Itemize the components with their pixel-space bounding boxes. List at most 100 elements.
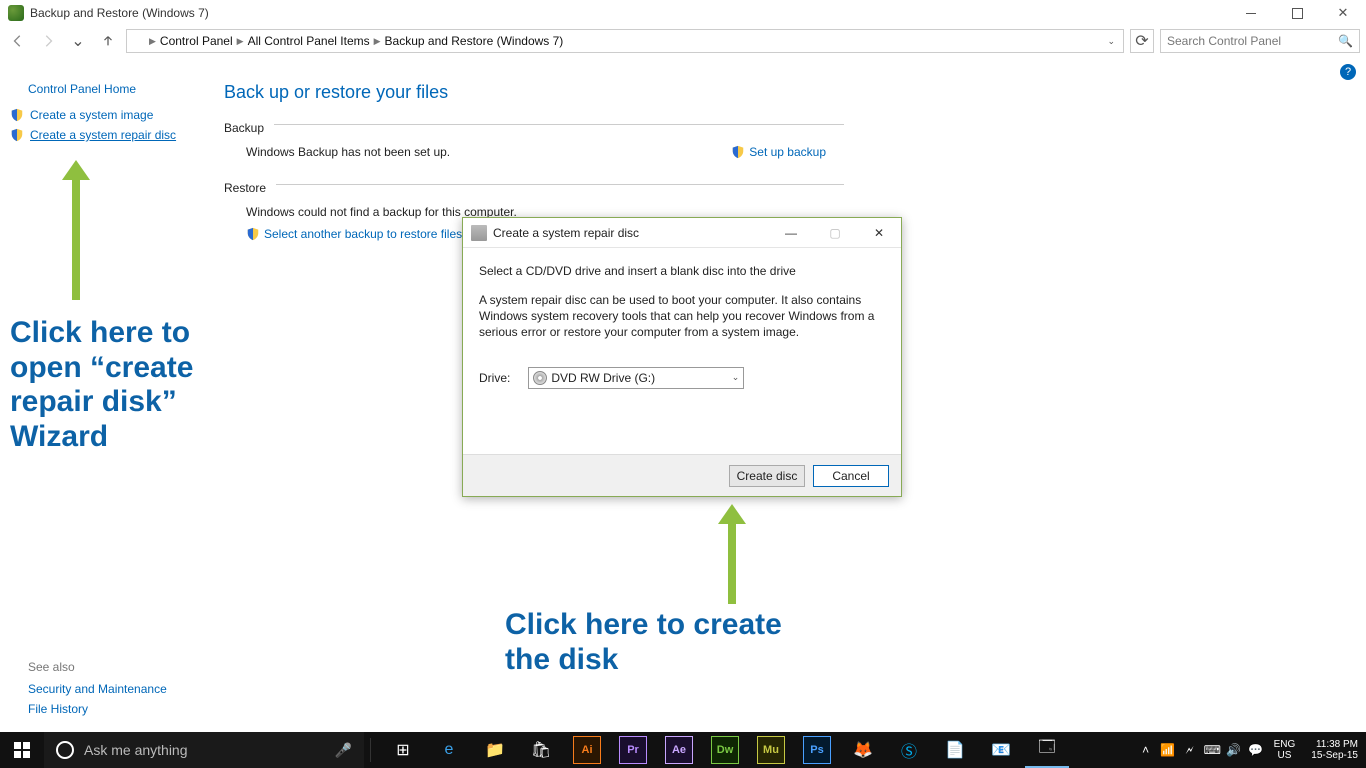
setup-backup-label: Set up backup [749, 145, 826, 159]
adobe-mu-icon[interactable]: Mu [749, 732, 793, 768]
select-another-backup-link[interactable]: Select another backup to restore files f… [246, 227, 489, 241]
refresh-button[interactable]: ⟳ [1130, 29, 1154, 53]
page-heading: Back up or restore your files [224, 82, 844, 103]
annotation-text-1: Click here to open “create repair disk” … [10, 316, 230, 454]
keyboard-icon[interactable]: ⌨ [1204, 743, 1220, 757]
tray-overflow-icon[interactable]: ˄ [1138, 743, 1154, 757]
sidebar-create-repair-disc[interactable]: Create a system repair disc [10, 128, 210, 142]
help-icon[interactable]: ? [1340, 64, 1356, 80]
dialog-close-button[interactable]: ✕ [857, 218, 901, 248]
create-disc-button[interactable]: Create disc [729, 465, 805, 487]
store-icon[interactable]: 🛍 [519, 732, 563, 768]
cortana-icon [56, 741, 74, 759]
location-icon [131, 34, 145, 48]
sidebar-item-label: Create a system image [30, 108, 153, 122]
restore-section-label: Restore [224, 181, 266, 195]
task-view-icon[interactable]: ⊞ [381, 732, 425, 768]
adobe-ps-icon[interactable]: Ps [795, 732, 839, 768]
dialog-instruction: Select a CD/DVD drive and insert a blank… [479, 264, 885, 278]
outlook-icon[interactable]: 📧 [979, 732, 1023, 768]
setup-backup-link[interactable]: Set up backup [731, 145, 826, 159]
minimize-button[interactable] [1228, 0, 1274, 26]
back-button[interactable] [6, 29, 30, 53]
window-title: Backup and Restore (Windows 7) [30, 6, 209, 20]
backup-status-text: Windows Backup has not been set up. [246, 145, 450, 159]
dialog-minimize-button[interactable]: — [769, 218, 813, 248]
language-indicator[interactable]: ENGUS [1270, 739, 1300, 761]
sidebar-create-system-image[interactable]: Create a system image [10, 108, 210, 122]
address-dropdown-icon[interactable]: ⌄ [1107, 36, 1119, 47]
breadcrumb-sep-icon: ▶ [149, 36, 156, 47]
breadcrumb-sep-icon: ▶ [237, 36, 244, 47]
shield-icon [731, 145, 745, 159]
annotation-arrow-2 [728, 504, 746, 604]
window-buttons [1228, 0, 1366, 26]
recent-dropdown[interactable]: ⌄ [66, 29, 90, 53]
word-icon[interactable]: 📄 [933, 732, 977, 768]
breadcrumb-3[interactable]: Backup and Restore (Windows 7) [385, 34, 564, 48]
dialog-title: Create a system repair disc [493, 226, 639, 240]
restore-link-label: Select another backup to restore files f… [264, 227, 489, 241]
app-icon [8, 5, 24, 21]
taskbar: Ask me anything 🎤 ⊞ e 📁 🛍 Ai Pr Ae Dw Mu… [0, 732, 1366, 768]
backup-section-label: Backup [224, 121, 264, 135]
adobe-ai-icon[interactable]: Ai [565, 732, 609, 768]
see-also: See also Security and Maintenance File H… [28, 660, 167, 722]
repair-disc-dialog: Create a system repair disc — ▢ ✕ Select… [462, 217, 902, 497]
sidebar-item-label: Create a system repair disc [30, 128, 176, 142]
nav-bar: ⌄ ▶ Control Panel ▶ All Control Panel It… [0, 26, 1366, 56]
breadcrumb-2[interactable]: All Control Panel Items [248, 34, 370, 48]
battery-icon[interactable]: 🗲 [1182, 743, 1198, 758]
cancel-button[interactable]: Cancel [813, 465, 889, 487]
disc-icon [471, 225, 487, 241]
skype-icon[interactable]: Ⓢ [887, 732, 931, 768]
clock[interactable]: 11:38 PM15-Sep-15 [1305, 739, 1364, 761]
breadcrumb-1[interactable]: Control Panel [160, 34, 233, 48]
breadcrumb-sep-icon: ▶ [374, 36, 381, 47]
sidebar-home-link[interactable]: Control Panel Home [28, 82, 192, 96]
file-explorer-icon[interactable]: 📁 [473, 732, 517, 768]
see-also-filehistory[interactable]: File History [28, 702, 167, 716]
annotation-arrow-1 [72, 160, 90, 300]
dialog-footer: Create disc Cancel [463, 454, 901, 496]
window-titlebar: Backup and Restore (Windows 7) [0, 0, 1366, 26]
wifi-icon[interactable]: 📶 [1160, 743, 1176, 757]
mic-icon[interactable]: 🎤 [335, 742, 352, 759]
action-center-icon[interactable]: 💬 [1248, 743, 1264, 757]
shield-icon [10, 108, 24, 122]
dialog-titlebar: Create a system repair disc — ▢ ✕ [463, 218, 901, 248]
search-icon: 🔍 [1338, 34, 1353, 48]
running-app-icon[interactable]: 🗔 [1025, 732, 1069, 768]
cortana-search[interactable]: Ask me anything 🎤 [44, 732, 364, 768]
chevron-down-icon: ⌄ [732, 372, 740, 383]
start-button[interactable] [0, 732, 44, 768]
drive-select[interactable]: DVD RW Drive (G:) ⌄ [528, 367, 744, 389]
drive-label: Drive: [479, 371, 510, 385]
see-also-security[interactable]: Security and Maintenance [28, 682, 167, 696]
forward-button[interactable] [36, 29, 60, 53]
up-button[interactable] [96, 29, 120, 53]
close-button[interactable] [1320, 0, 1366, 26]
see-also-header: See also [28, 660, 167, 674]
dialog-description: A system repair disc can be used to boot… [479, 292, 885, 341]
edge-icon[interactable]: e [427, 732, 471, 768]
search-placeholder: Search Control Panel [1167, 34, 1281, 48]
volume-icon[interactable]: 🔊 [1226, 743, 1242, 757]
system-tray: ˄ 📶 🗲 ⌨ 🔊 💬 ENGUS 11:38 PM15-Sep-15 [1138, 739, 1366, 761]
taskbar-apps: ⊞ e 📁 🛍 Ai Pr Ae Dw Mu Ps 🦊 Ⓢ 📄 📧 🗔 [377, 732, 1069, 768]
maximize-button[interactable] [1274, 0, 1320, 26]
adobe-dw-icon[interactable]: Dw [703, 732, 747, 768]
adobe-pr-icon[interactable]: Pr [611, 732, 655, 768]
adobe-ae-icon[interactable]: Ae [657, 732, 701, 768]
annotation-text-2: Click here to create the disk [505, 608, 805, 677]
cortana-placeholder: Ask me anything [84, 742, 188, 758]
dvd-icon [533, 371, 547, 385]
dialog-maximize-button: ▢ [813, 218, 857, 248]
drive-value: DVD RW Drive (G:) [551, 371, 655, 385]
sidebar: Control Panel Home Create a system image… [10, 76, 210, 148]
firefox-icon[interactable]: 🦊 [841, 732, 885, 768]
search-input[interactable]: Search Control Panel 🔍 [1160, 29, 1360, 53]
address-bar[interactable]: ▶ Control Panel ▶ All Control Panel Item… [126, 29, 1124, 53]
shield-icon [10, 128, 24, 142]
taskbar-separator [370, 738, 371, 762]
